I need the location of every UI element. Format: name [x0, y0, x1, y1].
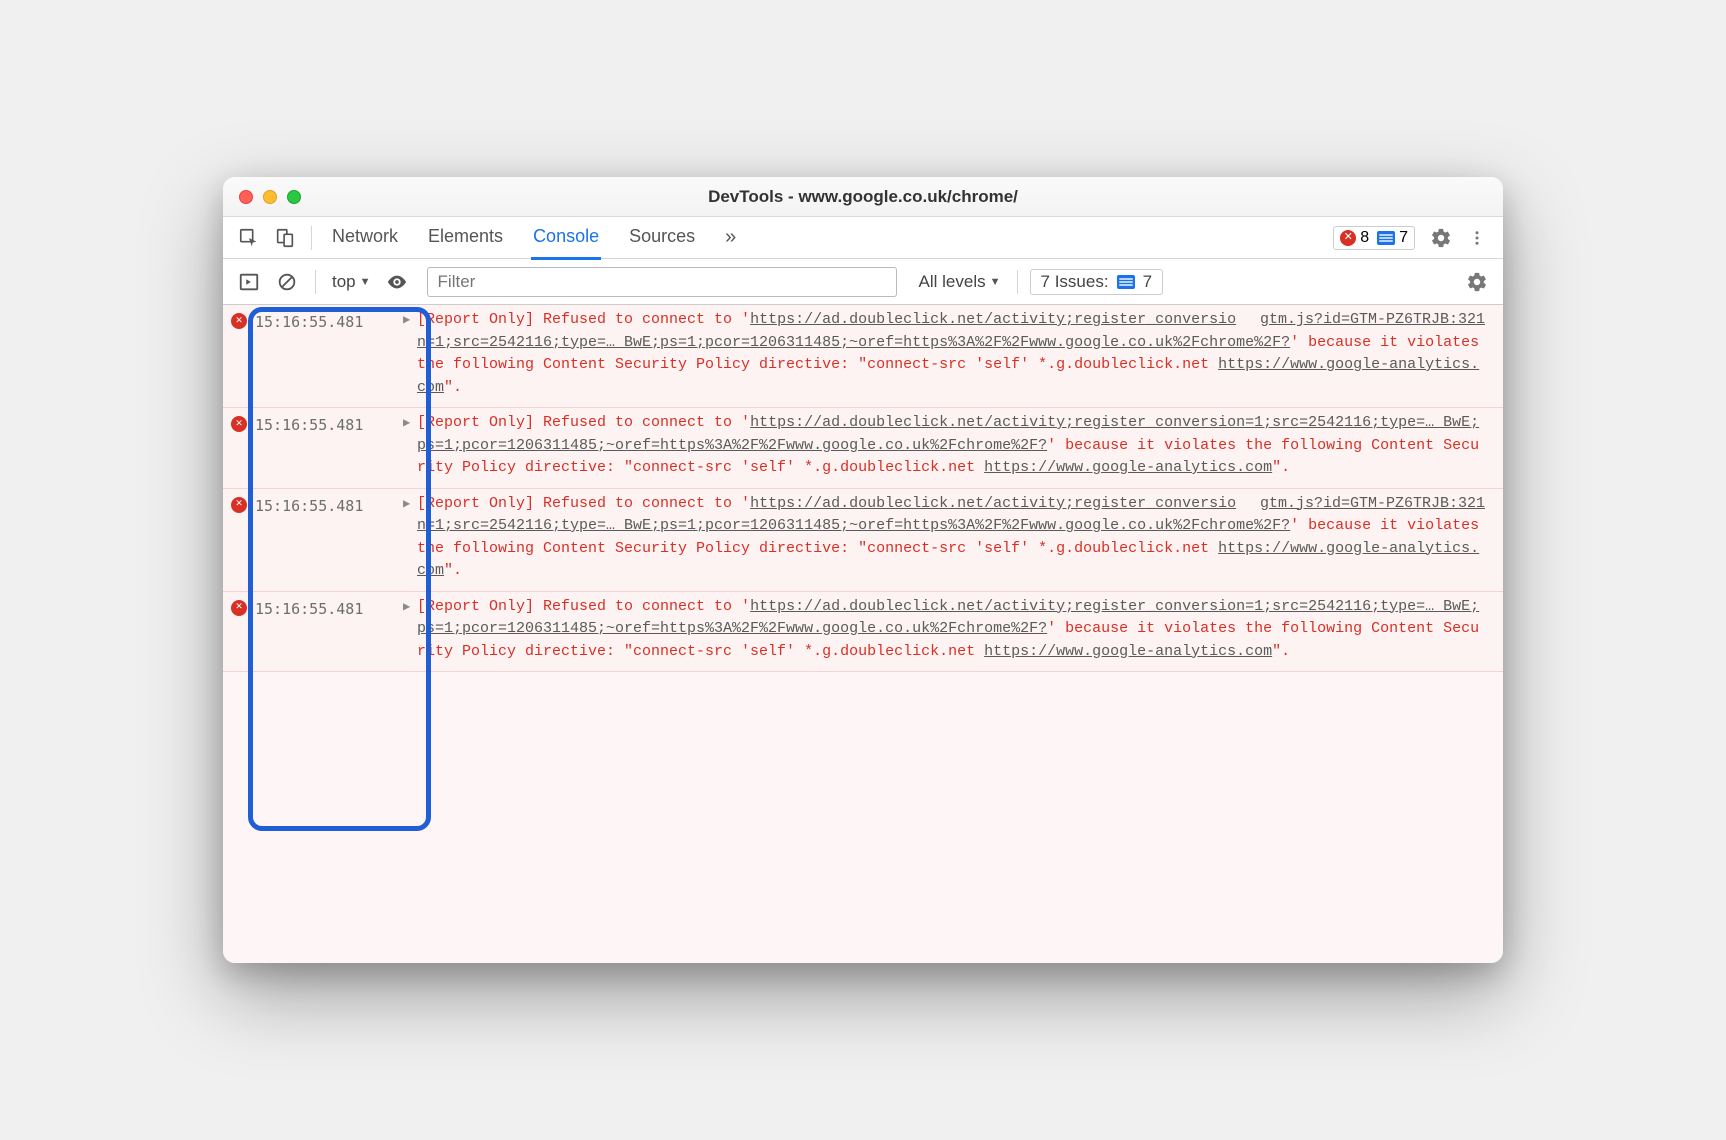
console-messages: ✕15:16:55.481▶gtm.js?id=GTM-PZ6TRJB:321[…: [223, 305, 1503, 963]
log-url2[interactable]: https://www.google-analytics.com: [984, 459, 1272, 476]
filter-input[interactable]: [427, 267, 897, 297]
error-icon: ✕: [231, 600, 247, 616]
fullscreen-button[interactable]: [287, 190, 301, 204]
main-toolbar: Network Elements Console Sources » ✕ 8 7: [223, 217, 1503, 259]
tab-elements[interactable]: Elements: [426, 218, 505, 258]
log-url2[interactable]: https://www.google-analytics.com: [984, 643, 1272, 660]
tab-network[interactable]: Network: [330, 218, 400, 258]
console-error-row: ✕ 15:16:55.481▶ gtm.js?id=GTM-PZ6TRJB:321 […: [223, 489, 1503, 592]
divider: [315, 270, 316, 294]
issues-label: 7 Issues:: [1041, 272, 1109, 292]
log-text-post: ".: [1272, 643, 1290, 660]
log-text-post: ".: [1272, 459, 1290, 476]
console-error-row: ✕ 15:16:55.481▶[Report Only] Refused to c…: [223, 592, 1503, 673]
issues-button[interactable]: 7 Issues: 7: [1030, 269, 1164, 295]
console-error-row: ✕ 15:16:55.481▶ gtm.js?id=GTM-PZ6TRJB:321 […: [223, 305, 1503, 408]
log-timestamp: 15:16:55.481: [255, 309, 403, 334]
log-text-pre: [Report Only] Refused to connect to ': [417, 598, 750, 615]
log-text-post: ".: [444, 379, 462, 396]
log-timestamp: 15:16:55.481: [255, 596, 403, 621]
source-link[interactable]: gtm.js?id=GTM-PZ6TRJB:321: [1240, 493, 1485, 516]
expand-arrow-icon[interactable]: ▶: [403, 596, 417, 616]
message-icon: [1377, 231, 1395, 245]
live-expression-icon[interactable]: [381, 266, 413, 298]
console-toolbar: top ▼ All levels ▼ 7 Issues: 7: [223, 259, 1503, 305]
titlebar: DevTools - www.google.co.uk/chrome/: [223, 177, 1503, 217]
devtools-window: DevTools - www.google.co.uk/chrome/ Netw…: [223, 177, 1503, 963]
log-text-pre: [Report Only] Refused to connect to ': [417, 311, 750, 328]
error-warning-badge[interactable]: ✕ 8 7: [1333, 226, 1415, 250]
error-count-pill: ✕ 8: [1340, 229, 1369, 247]
toolbar-divider: [311, 226, 312, 250]
expand-arrow-icon[interactable]: ▶: [403, 309, 417, 329]
panel-tabs: Network Elements Console Sources »: [330, 218, 738, 258]
expand-arrow-icon[interactable]: ▶: [403, 493, 417, 513]
clear-console-icon[interactable]: [271, 266, 303, 298]
log-message: [Report Only] Refused to connect to ' htt…: [417, 596, 1495, 664]
more-tabs-icon[interactable]: »: [723, 218, 738, 258]
messages-count-pill: 7: [1377, 229, 1408, 247]
error-icon: ✕: [1340, 230, 1356, 246]
log-text-post: ".: [444, 562, 462, 579]
log-message: gtm.js?id=GTM-PZ6TRJB:321 [Report Only] R…: [417, 309, 1495, 399]
window-title: DevTools - www.google.co.uk/chrome/: [223, 187, 1503, 207]
error-count: 8: [1360, 229, 1369, 247]
error-icon: ✕: [231, 313, 247, 329]
log-message: [Report Only] Refused to connect to ' htt…: [417, 412, 1495, 480]
levels-label: All levels: [919, 272, 986, 292]
issues-count: 7: [1143, 272, 1152, 292]
source-link[interactable]: gtm.js?id=GTM-PZ6TRJB:321: [1240, 309, 1485, 332]
chevron-down-icon: ▼: [990, 276, 1001, 288]
log-timestamp: 15:16:55.481: [255, 493, 403, 518]
show-console-sidebar-icon[interactable]: [233, 266, 265, 298]
console-error-row: ✕ 15:16:55.481▶[Report Only] Refused to c…: [223, 408, 1503, 489]
tab-sources[interactable]: Sources: [627, 218, 697, 258]
more-options-icon[interactable]: [1461, 222, 1493, 254]
settings-gear-icon[interactable]: [1425, 222, 1457, 254]
device-toggle-icon[interactable]: [269, 222, 301, 254]
error-icon: ✕: [231, 497, 247, 513]
messages-count: 7: [1399, 229, 1408, 247]
log-level-selector[interactable]: All levels ▼: [915, 270, 1005, 294]
tab-console[interactable]: Console: [531, 218, 601, 258]
expand-arrow-icon[interactable]: ▶: [403, 412, 417, 432]
console-settings-icon[interactable]: [1461, 266, 1493, 298]
message-icon: [1117, 275, 1135, 289]
log-message: gtm.js?id=GTM-PZ6TRJB:321 [Report Only] R…: [417, 493, 1495, 583]
close-button[interactable]: [239, 190, 253, 204]
window-controls: [223, 190, 301, 204]
context-selector[interactable]: top ▼: [328, 270, 375, 294]
log-text-pre: [Report Only] Refused to connect to ': [417, 414, 750, 431]
log-timestamp: 15:16:55.481: [255, 412, 403, 437]
inspect-element-icon[interactable]: [233, 222, 265, 254]
minimize-button[interactable]: [263, 190, 277, 204]
divider: [1017, 270, 1018, 294]
context-label: top: [332, 272, 356, 292]
chevron-down-icon: ▼: [360, 276, 371, 288]
error-icon: ✕: [231, 416, 247, 432]
log-text-pre: [Report Only] Refused to connect to ': [417, 495, 750, 512]
